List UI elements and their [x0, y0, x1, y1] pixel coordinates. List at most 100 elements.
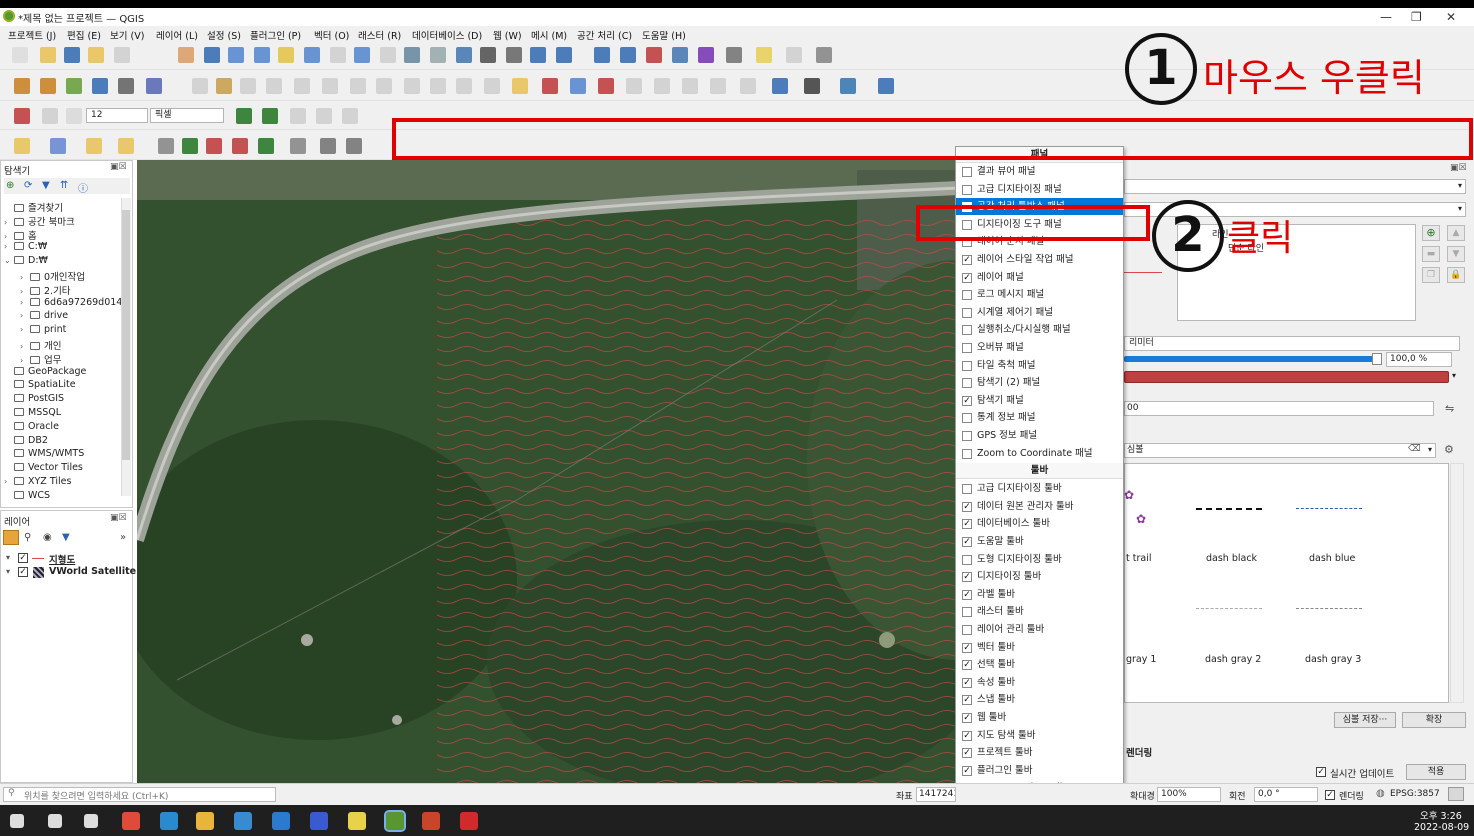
browser-item[interactable]: › drive [20, 310, 68, 321]
toolbar-tool-icon[interactable] [228, 47, 244, 63]
gallery-scrollbar[interactable] [1450, 463, 1464, 703]
context-menu-item[interactable]: ✓ 지도 탐색 툴바 [956, 727, 1123, 744]
context-menu-item[interactable]: Zoom to Coordinate 패널 [956, 445, 1123, 462]
width-spinbox[interactable]: 00 [1124, 401, 1434, 416]
toolbar-tool-icon[interactable] [192, 78, 208, 94]
chrome-icon[interactable] [122, 812, 140, 830]
data-defined-icon[interactable]: ⇋ [1445, 402, 1454, 415]
apply-button[interactable]: 적용 [1406, 764, 1466, 780]
checkbox[interactable] [962, 167, 972, 177]
layer-expand-icon[interactable]: ▾ [6, 567, 10, 576]
move-up-button[interactable]: ▲ [1447, 225, 1465, 241]
checkbox[interactable] [962, 325, 972, 336]
toolbar-tool-icon[interactable] [710, 78, 726, 94]
layers-panel-close-icon[interactable]: ▣☒ [110, 513, 127, 523]
toolbar-tool-icon[interactable] [346, 138, 362, 154]
duplicate-button[interactable]: ❐ [1422, 267, 1440, 283]
info-icon[interactable]: ⓘ [78, 180, 88, 195]
clock-date[interactable]: 2022-08-09 [1414, 822, 1469, 833]
close-button[interactable]: ✕ [1446, 10, 1456, 24]
menu-item[interactable]: 도움말 (H) [642, 28, 686, 42]
browser-item[interactable]: 즐겨찾기 [4, 200, 63, 214]
toolbar-tool-icon[interactable] [594, 47, 610, 63]
browser-item[interactable]: DB2 [4, 435, 48, 446]
menu-item[interactable]: 벡터 (O) [314, 28, 349, 42]
opacity-slider-handle[interactable] [1372, 353, 1382, 365]
layer-expand-icon[interactable]: ▾ [6, 553, 10, 562]
toolbar-tool-icon[interactable] [480, 47, 496, 63]
checkbox[interactable] [962, 343, 972, 353]
calendar-icon[interactable] [310, 812, 328, 830]
qgis-taskbar-icon[interactable] [384, 810, 406, 832]
checkbox[interactable] [962, 307, 972, 318]
menu-item[interactable]: 편집 (E) [67, 28, 101, 42]
checkbox[interactable]: ✓ [962, 660, 972, 671]
expand-arrow-icon[interactable]: › [4, 477, 14, 486]
context-menu-item[interactable]: 탐색기 (2) 패널 [956, 374, 1123, 391]
rotation-spinbox[interactable]: 0,0 ° [1254, 787, 1318, 802]
checkbox[interactable]: ✓ [962, 572, 972, 583]
checkbox[interactable]: ✓ [962, 748, 972, 759]
browser-item[interactable]: › print [20, 324, 66, 335]
browser-item[interactable]: › 2.기타 [20, 283, 71, 297]
toolbar-tool-icon[interactable] [14, 108, 30, 124]
toolbar-tool-icon[interactable] [726, 47, 742, 63]
expand-arrow-icon[interactable]: › [20, 311, 30, 320]
context-menu-item[interactable]: ✓ 레이어 스타일 작업 패널 [956, 251, 1123, 268]
context-menu-item[interactable]: ✓ 속성 툴바 [956, 674, 1123, 691]
crs-button[interactable]: EPSG:3857 [1390, 789, 1440, 799]
toolbar-tool-icon[interactable] [570, 78, 586, 94]
browser-item[interactable]: WMS/WMTS [4, 448, 84, 459]
menu-item[interactable]: 래스터 (R) [358, 28, 401, 42]
checkbox[interactable]: ✓ [962, 642, 972, 653]
expand-arrow-icon[interactable]: ⌄ [4, 256, 14, 265]
chevron-down-icon[interactable]: ▾ [1458, 181, 1462, 190]
toolbar-tool-icon[interactable] [216, 78, 232, 94]
add-group-icon[interactable]: ⚲ [24, 532, 31, 543]
toolbar-tool-icon[interactable] [530, 47, 546, 63]
expand-arrow-icon[interactable]: › [20, 298, 30, 307]
context-menu-item[interactable]: ✓ 웹 툴바 [956, 709, 1123, 726]
toolbar-tool-icon[interactable] [206, 138, 222, 154]
toolbar-tool-icon[interactable] [158, 138, 174, 154]
lock-button[interactable]: 🔒 [1447, 267, 1465, 283]
context-menu-item[interactable]: 결과 뷰어 패널 [956, 163, 1123, 180]
toolbar-tool-icon[interactable] [484, 78, 500, 94]
context-menu-item[interactable]: ✓ 선택 툴바 [956, 656, 1123, 673]
checkbox[interactable] [962, 413, 972, 424]
expand-arrow-icon[interactable]: › [4, 232, 14, 241]
toolbar-tool-icon[interactable] [804, 78, 820, 94]
toolbar-tool-icon[interactable] [278, 47, 294, 63]
coordinate-field[interactable]: 1417241 [916, 787, 956, 802]
toolbar-tool-icon[interactable] [14, 138, 30, 154]
symbol-label[interactable]: t trail [1126, 553, 1151, 564]
context-menu-item[interactable]: 통계 정보 패널 [956, 409, 1123, 426]
remove-symbol-layer-button[interactable]: ▬ [1422, 246, 1440, 262]
live-update-checkbox[interactable]: ✓ [1316, 767, 1326, 777]
browser-item[interactable]: › 0개인작업 [20, 269, 85, 283]
browser-item[interactable]: › 개인 [20, 338, 61, 352]
browser-item[interactable]: › XYZ Tiles [4, 476, 71, 487]
toolbar-tool-icon[interactable] [556, 47, 572, 63]
context-menu-item[interactable]: ✓ 디지타이징 툴바 [956, 568, 1123, 585]
layer-select[interactable] [1124, 179, 1466, 194]
checkbox[interactable]: ✓ [962, 537, 972, 547]
symbol-search[interactable]: 심볼 [1124, 443, 1436, 458]
checkbox[interactable] [962, 378, 972, 389]
toolbar-tool-icon[interactable] [430, 47, 446, 63]
checkbox[interactable] [962, 448, 972, 459]
context-menu-item[interactable]: 타일 축척 패널 [956, 357, 1123, 374]
context-menu-item[interactable]: 고급 디지타이징 툴바 [956, 480, 1123, 497]
browser-item[interactable]: WCS [4, 490, 50, 501]
toolbar-tool-icon[interactable] [380, 47, 396, 63]
layer-name-contour[interactable]: 지형도 [49, 552, 75, 566]
menu-item[interactable]: 메시 (M) [531, 28, 567, 42]
toolbar-tool-icon[interactable] [354, 47, 370, 63]
unit-select[interactable]: 픽셀 [150, 108, 224, 123]
clock-time[interactable]: 오후 3:26 [1420, 808, 1462, 822]
context-menu-item[interactable]: 래스터 툴바 [956, 603, 1123, 620]
acrobat-icon[interactable] [460, 812, 478, 830]
style-panel-close-icon[interactable]: ▣☒ [1450, 163, 1467, 173]
context-menu-item[interactable]: ✓ 프로젝트 툴바 [956, 744, 1123, 761]
opacity-slider[interactable] [1124, 356, 1379, 362]
